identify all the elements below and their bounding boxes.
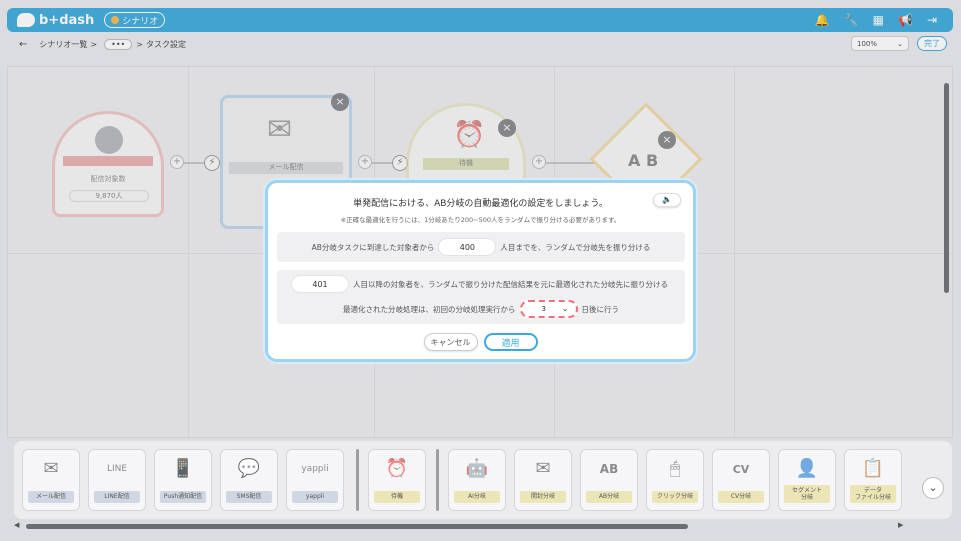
dialog-title: 単発配信における、AB分岐の自動最適化の設定をしましょう。 <box>353 199 608 209</box>
row3-prefix: 最適化された分岐処理は、初回の分岐処理実行から <box>343 304 516 314</box>
chat-bubble-icon: 💬 <box>237 458 261 479</box>
palette-item-label: Push通知配信 <box>160 491 206 503</box>
optimized-start-value: 401 <box>291 275 349 293</box>
days-value: 3 <box>541 305 546 313</box>
line-icon: LINE <box>106 464 128 474</box>
palette-item-label: セグメント 分岐 <box>784 485 830 503</box>
palette-item-segment-branch[interactable]: 👤 セグメント 分岐 <box>778 449 836 511</box>
palette-item-label: データ ファイル分岐 <box>850 485 896 503</box>
optimized-start-line: 401 人目以降の対象者を、ランダムで振り分けた配信結果を元に最適化された分岐先… <box>291 275 668 293</box>
cv-icon: CV <box>732 463 750 476</box>
apply-button[interactable]: 適用 <box>483 333 538 351</box>
palette-item-label: AB分岐 <box>586 491 632 503</box>
alarm-clock-icon: ⏰ <box>385 458 409 479</box>
dialog-note: ※正確な最適化を行うには、1分岐あたり200~500人をランダムで振り分ける必要… <box>340 216 621 224</box>
palette-item-push[interactable]: 📱 Push通知配信 <box>154 449 212 511</box>
phone-icon: 📱 <box>171 458 195 479</box>
dialog-buttons: キャンセル 適用 <box>268 333 693 351</box>
palette-item-line[interactable]: LINE LINE配信 <box>88 449 146 511</box>
palette-item-wait[interactable]: ⏰ 待機 <box>368 449 426 511</box>
palette-item-label: LINE配信 <box>94 491 140 503</box>
speaker-icon[interactable]: 🔈 <box>653 193 681 207</box>
cancel-button[interactable]: キャンセル <box>423 333 478 351</box>
palette-item-mail[interactable]: ✉ メール配信 <box>22 449 80 511</box>
palette-item-label: yappli <box>292 491 338 503</box>
scroll-left-icon[interactable]: ◀ <box>14 521 19 529</box>
random-count-input[interactable]: 400 <box>438 238 497 256</box>
palette-item-open-branch[interactable]: ✉ 開封分岐 <box>514 449 572 511</box>
palette-item-label: 待機 <box>374 491 420 503</box>
palette-divider <box>436 449 439 511</box>
palette-item-ab-branch[interactable]: AB AB分岐 <box>580 449 638 511</box>
clipboard-icon: 📋 <box>861 458 885 479</box>
palette-item-label: AI分岐 <box>454 491 500 503</box>
task-palette: ✉ メール配信 LINE LINE配信 📱 Push通知配信 💬 SMS配信 y… <box>14 441 952 519</box>
palette-item-label: クリック分岐 <box>652 491 698 503</box>
open-envelope-icon: ✉ <box>535 458 551 479</box>
row1-suffix: 人目までを、ランダムで分岐先を振り分ける <box>500 242 651 252</box>
id-badge-icon: 👤 <box>795 458 819 479</box>
ab-optimization-dialog: 単発配信における、AB分岐の自動最適化の設定をしましょう。 ※正確な最適化を行う… <box>265 180 696 362</box>
optimized-row: 401 人目以降の対象者を、ランダムで振り分けた配信結果を元に最適化された分岐先… <box>277 270 685 324</box>
yappli-icon: yappli <box>301 464 329 474</box>
scroll-right-icon[interactable]: ▶ <box>898 521 903 529</box>
horizontal-scrollbar[interactable] <box>26 524 688 529</box>
days-select[interactable]: 3 ⌄ <box>519 300 578 318</box>
row1-prefix: AB分岐タスクに到達した対象者から <box>311 242 435 252</box>
optimized-delay-line: 最適化された分岐処理は、初回の分岐処理実行から 3 ⌄ 日後に行う <box>277 300 685 318</box>
palette-item-click-branch[interactable]: 🖱 クリック分岐 <box>646 449 704 511</box>
palette-item-cv-branch[interactable]: CV CV分岐 <box>712 449 770 511</box>
robot-icon: 🤖 <box>465 458 489 479</box>
palette-item-label: CV分岐 <box>718 491 764 503</box>
chevron-down-icon: ⌄ <box>561 304 569 313</box>
envelope-icon: ✉ <box>43 458 59 479</box>
random-range-row: AB分岐タスクに到達した対象者から 400 人目までを、ランダムで分岐先を振り分… <box>277 232 685 262</box>
chevron-down-icon[interactable]: ⌄ <box>922 477 944 499</box>
palette-item-label: 開封分岐 <box>520 491 566 503</box>
palette-divider <box>356 449 359 511</box>
palette-item-sms[interactable]: 💬 SMS配信 <box>220 449 278 511</box>
palette-item-label: メール配信 <box>28 491 74 503</box>
row3-suffix: 日後に行う <box>581 304 620 314</box>
palette-item-label: SMS配信 <box>226 491 272 503</box>
ab-icon: AB <box>599 462 619 476</box>
palette-item-yappli[interactable]: yappli yappli <box>286 449 344 511</box>
mouse-icon: 🖱 <box>669 458 681 479</box>
row2-text: 人目以降の対象者を、ランダムで振り分けた配信結果を元に最適化された分岐先に振り分… <box>353 279 668 289</box>
palette-item-datafile-branch[interactable]: 📋 データ ファイル分岐 <box>844 449 902 511</box>
palette-item-ai-branch[interactable]: 🤖 AI分岐 <box>448 449 506 511</box>
